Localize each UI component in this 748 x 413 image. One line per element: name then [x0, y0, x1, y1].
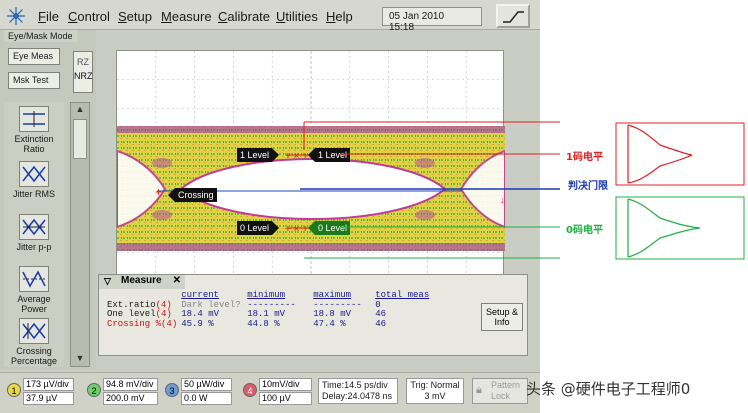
annotation-labels: 1码电平 判决门限 0码电平	[540, 0, 748, 413]
one-level-annotation: 1码电平	[566, 152, 603, 163]
watermark-text: 头条 @硬件电子工程师0	[526, 380, 691, 398]
zero-level-annotation: 0码电平	[566, 225, 603, 236]
threshold-annotation: 判决门限	[568, 181, 608, 192]
